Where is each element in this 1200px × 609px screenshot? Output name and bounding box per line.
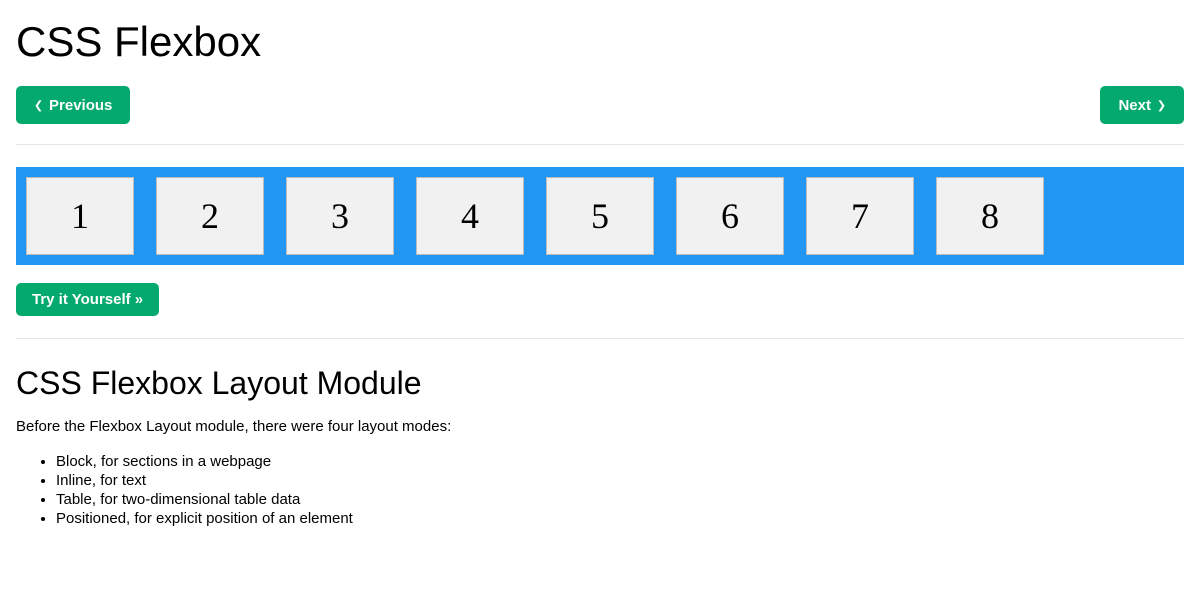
next-button[interactable]: Next ❯ — [1100, 86, 1184, 124]
layout-modes-list: Block, for sections in a webpage Inline,… — [16, 453, 1184, 527]
demo-section: 1 2 3 4 5 6 7 8 — [16, 145, 1184, 283]
page-title: CSS Flexbox — [16, 18, 1184, 66]
chevron-left-icon: ❮ — [34, 96, 43, 114]
chevron-right-icon: ❯ — [1157, 96, 1166, 114]
flex-item: 7 — [806, 177, 914, 255]
list-item: Block, for sections in a webpage — [56, 453, 1184, 470]
next-label: Next — [1118, 97, 1151, 114]
flex-item: 5 — [546, 177, 654, 255]
flex-item: 6 — [676, 177, 784, 255]
list-item: Inline, for text — [56, 472, 1184, 489]
flex-item: 4 — [416, 177, 524, 255]
previous-button[interactable]: ❮ Previous — [16, 86, 130, 124]
section-heading: CSS Flexbox Layout Module — [16, 365, 1184, 402]
divider — [16, 338, 1184, 339]
flex-item: 3 — [286, 177, 394, 255]
list-item: Table, for two-dimensional table data — [56, 491, 1184, 508]
intro-text: Before the Flexbox Layout module, there … — [16, 418, 1184, 435]
nav-row: ❮ Previous Next ❯ — [16, 86, 1184, 124]
flex-item: 1 — [26, 177, 134, 255]
list-item: Positioned, for explicit position of an … — [56, 510, 1184, 527]
try-it-yourself-button[interactable]: Try it Yourself » — [16, 283, 159, 316]
flex-item: 8 — [936, 177, 1044, 255]
flex-item: 2 — [156, 177, 264, 255]
flex-demo-container: 1 2 3 4 5 6 7 8 — [16, 167, 1184, 265]
previous-label: Previous — [49, 97, 112, 114]
